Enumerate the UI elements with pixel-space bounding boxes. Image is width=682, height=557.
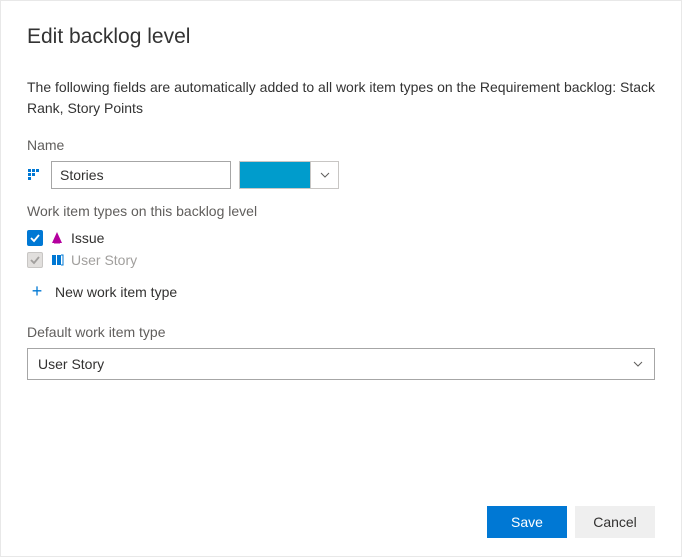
dialog-footer: Save Cancel	[487, 506, 655, 538]
default-wit-value: User Story	[38, 356, 104, 372]
chevron-down-icon	[632, 358, 644, 370]
name-label: Name	[27, 137, 655, 153]
user-story-icon	[49, 252, 65, 268]
save-button[interactable]: Save	[487, 506, 567, 538]
wit-label-user-story: User Story	[71, 252, 137, 268]
wit-section-label: Work item types on this backlog level	[27, 203, 655, 219]
color-swatch	[240, 162, 310, 188]
issue-icon	[49, 230, 65, 246]
cancel-button[interactable]: Cancel	[575, 506, 655, 538]
color-picker[interactable]	[239, 161, 339, 189]
wit-row-issue: Issue	[27, 227, 655, 249]
new-work-item-type-button[interactable]: + New work item type	[27, 271, 655, 302]
backlog-level-icon	[27, 167, 43, 183]
dialog-content: Edit backlog level The following fields …	[1, 1, 681, 380]
dialog-description: The following fields are automatically a…	[27, 77, 655, 119]
dialog-title: Edit backlog level	[27, 25, 655, 49]
wit-checkbox-user-story	[27, 252, 43, 268]
default-wit-select[interactable]: User Story	[27, 348, 655, 380]
new-wit-label: New work item type	[55, 284, 177, 300]
wit-label-issue: Issue	[71, 230, 104, 246]
wit-row-user-story: User Story	[27, 249, 655, 271]
name-row	[27, 161, 655, 189]
default-wit-label: Default work item type	[27, 324, 655, 340]
wit-checkbox-issue[interactable]	[27, 230, 43, 246]
name-input[interactable]	[51, 161, 231, 189]
chevron-down-icon	[310, 162, 338, 188]
plus-icon: +	[29, 281, 45, 302]
